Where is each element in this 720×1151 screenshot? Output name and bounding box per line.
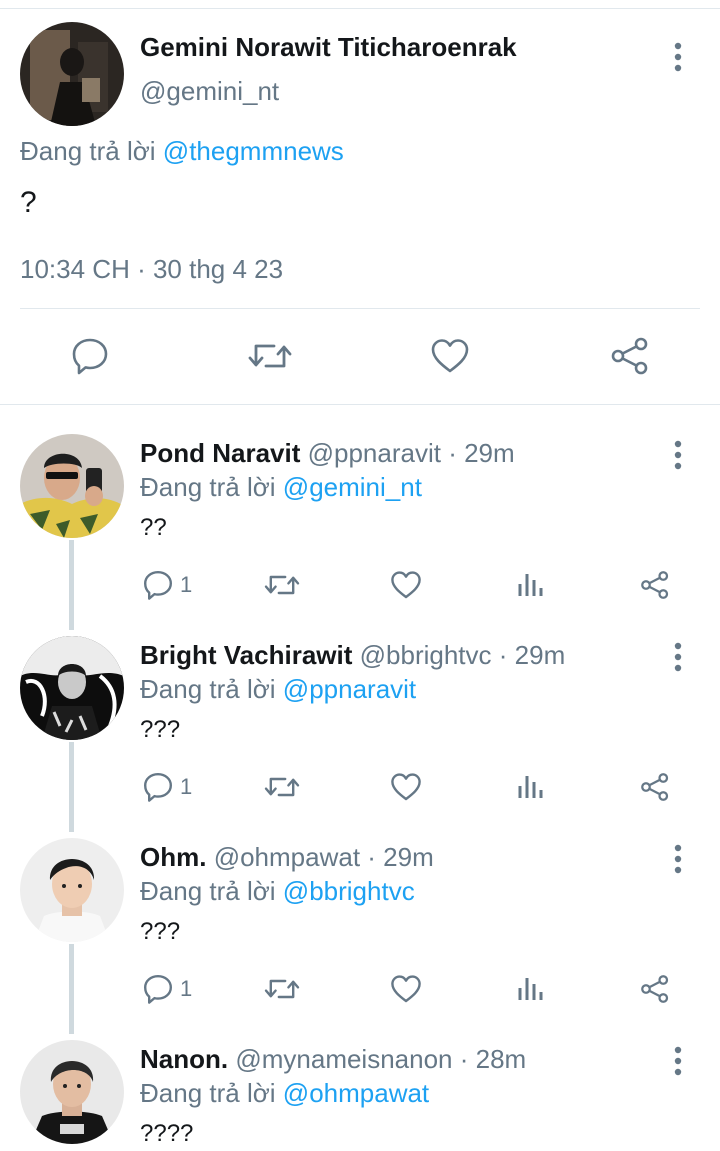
- user-handle[interactable]: @ppnaravit: [308, 438, 441, 468]
- reply-count: 1: [180, 976, 193, 1001]
- mention-link[interactable]: @ppnaravit: [283, 674, 416, 704]
- tweet-text: ????: [140, 1120, 194, 1147]
- replying-prefix: Đang trả lời: [20, 136, 156, 166]
- tweet-text: ???: [140, 918, 181, 945]
- relative-time[interactable]: · 29m: [499, 640, 565, 670]
- reply-tweet[interactable]: Pond Naravit @ppnaravit · 29m Đang trả l…: [0, 434, 720, 636]
- user-handle[interactable]: @mynameisnanon: [235, 1044, 452, 1074]
- replying-to: Đang trả lời @ohmpawat: [140, 1078, 429, 1109]
- avatar[interactable]: [20, 22, 124, 126]
- reply-count: 1: [180, 774, 193, 799]
- replying-to: Đang trả lời @gemini_nt: [140, 472, 422, 503]
- replying-prefix: Đang trả lời: [140, 674, 276, 704]
- more-options-icon[interactable]: [666, 40, 690, 74]
- retweet-icon[interactable]: [264, 568, 300, 602]
- user-handle[interactable]: @bbrightvc: [360, 640, 492, 670]
- retweet-icon[interactable]: [264, 770, 300, 804]
- reply-icon: [144, 571, 172, 600]
- replying-to: Đang trả lời @ppnaravit: [140, 674, 416, 705]
- like-icon[interactable]: [390, 568, 422, 602]
- reply-button[interactable]: 1: [142, 568, 192, 602]
- more-options-icon[interactable]: [666, 640, 690, 674]
- avatar[interactable]: [20, 1040, 124, 1144]
- section-divider: [0, 404, 720, 405]
- share-icon[interactable]: [640, 770, 670, 804]
- replying-prefix: Đang trả lời: [140, 1078, 276, 1108]
- reply-count: 1: [180, 572, 193, 597]
- display-name[interactable]: Gemini Norawit Titicharoenrak: [140, 32, 517, 63]
- reply-tweet[interactable]: Ohm. @ohmpawat · 29m Đang trả lời @bbrig…: [0, 838, 720, 1040]
- tweet-text: ???: [140, 716, 181, 743]
- like-icon[interactable]: [390, 972, 422, 1006]
- user-handle[interactable]: @gemini_nt: [140, 76, 279, 107]
- relative-time[interactable]: · 28m: [460, 1044, 526, 1074]
- reply-header: Bright Vachirawit @bbrightvc · 29m: [140, 640, 565, 671]
- replying-to: Đang trả lời @bbrightvc: [140, 876, 415, 907]
- retweet-icon[interactable]: [248, 336, 292, 376]
- reply-tweet[interactable]: Bright Vachirawit @bbrightvc · 29m Đang …: [0, 636, 720, 838]
- relative-time[interactable]: · 29m: [448, 438, 514, 468]
- share-icon[interactable]: [610, 336, 650, 376]
- more-options-icon[interactable]: [666, 842, 690, 876]
- reply-header: Pond Naravit @ppnaravit · 29m: [140, 438, 515, 469]
- more-options-icon[interactable]: [666, 438, 690, 472]
- relative-time[interactable]: · 29m: [367, 842, 433, 872]
- more-options-icon[interactable]: [666, 1044, 690, 1078]
- reply-button[interactable]: 1: [142, 770, 192, 804]
- mention-link[interactable]: @bbrightvc: [283, 876, 415, 906]
- timestamp[interactable]: 10:34 CH · 30 thg 4 23: [20, 254, 283, 285]
- replying-prefix: Đang trả lời: [140, 876, 276, 906]
- mention-link[interactable]: @ohmpawat: [283, 1078, 429, 1108]
- reply-button[interactable]: 1: [142, 972, 192, 1006]
- reply-header: Nanon. @mynameisnanon · 28m: [140, 1044, 526, 1075]
- reply-header: Ohm. @ohmpawat · 29m: [140, 842, 434, 873]
- display-name[interactable]: Pond Naravit: [140, 438, 300, 468]
- reply-icon: [144, 975, 172, 1004]
- replying-prefix: Đang trả lời: [140, 472, 276, 502]
- divider: [20, 308, 700, 309]
- mention-link[interactable]: @thegmmnews: [163, 136, 344, 166]
- share-icon[interactable]: [640, 568, 670, 602]
- avatar[interactable]: [20, 434, 124, 538]
- analytics-icon[interactable]: [516, 568, 546, 602]
- like-icon[interactable]: [430, 336, 470, 376]
- analytics-icon[interactable]: [516, 770, 546, 804]
- tweet-text: ??: [140, 514, 167, 541]
- replying-to: Đang trả lời @thegmmnews: [20, 136, 344, 167]
- analytics-icon[interactable]: [516, 972, 546, 1006]
- avatar[interactable]: [20, 838, 124, 942]
- reply-tweet[interactable]: Nanon. @mynameisnanon · 28m Đang trả lời…: [0, 1040, 720, 1151]
- reply-icon[interactable]: [70, 336, 110, 376]
- mention-link[interactable]: @gemini_nt: [283, 472, 422, 502]
- display-name[interactable]: Bright Vachirawit: [140, 640, 352, 670]
- display-name[interactable]: Nanon.: [140, 1044, 228, 1074]
- avatar[interactable]: [20, 636, 124, 740]
- display-name[interactable]: Ohm.: [140, 842, 206, 872]
- reply-icon: [144, 773, 172, 802]
- share-icon[interactable]: [640, 972, 670, 1006]
- like-icon[interactable]: [390, 770, 422, 804]
- tweet-text: ?: [20, 186, 37, 219]
- retweet-icon[interactable]: [264, 972, 300, 1006]
- user-handle[interactable]: @ohmpawat: [214, 842, 360, 872]
- main-tweet: Gemini Norawit Titicharoenrak @gemini_nt…: [0, 0, 720, 404]
